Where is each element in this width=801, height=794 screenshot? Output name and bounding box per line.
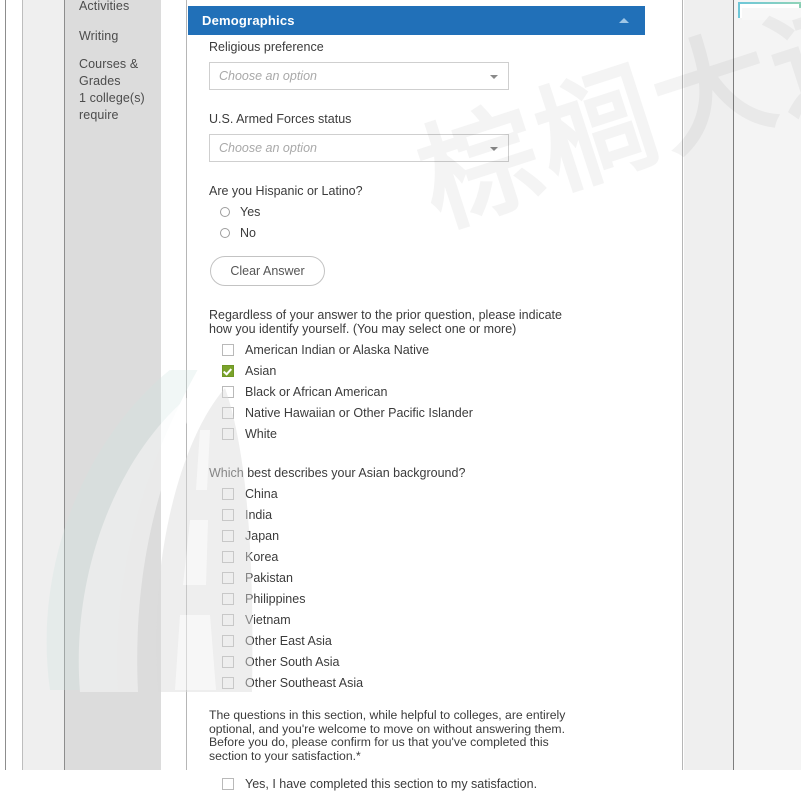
checkbox-row-black-african-american[interactable]: Black or African American (209, 381, 645, 402)
chevron-down-icon (490, 147, 498, 151)
sidebar-item-writing[interactable]: Writing (79, 28, 118, 45)
chevron-up-icon[interactable] (619, 18, 629, 23)
page-title: Demographics (202, 13, 295, 28)
checkbox-other-east-asia[interactable] (222, 634, 234, 647)
checkbox-row-pakistan[interactable]: Pakistan (209, 567, 645, 588)
religious-preference-label: Religious preference (209, 40, 324, 54)
checkbox-row-india[interactable]: India (209, 504, 645, 525)
required-marker: * (356, 748, 361, 763)
left-edge-fill (6, 0, 22, 770)
identity-question-line1: Regardless of your answer to the prior q… (209, 308, 562, 322)
radio-row-yes[interactable]: Yes (209, 201, 645, 222)
confirmation-note-line4: section to your satisfaction. (209, 748, 356, 763)
radio-row-no[interactable]: No (209, 222, 645, 243)
checkbox-india[interactable] (222, 508, 234, 521)
checkbox-white[interactable] (222, 427, 234, 440)
right-side-panel (734, 0, 801, 770)
radio-no[interactable] (220, 227, 230, 238)
checkbox-other-southeast-asia[interactable] (222, 676, 234, 689)
armed-forces-placeholder: Choose an option (219, 141, 317, 155)
identity-question-line2: how you identify yourself. (You may sele… (209, 322, 517, 336)
checkbox-label: Japan (245, 528, 280, 543)
checkbox-row-asian[interactable]: Asian (209, 360, 645, 381)
checkbox-row-other-south-asia[interactable]: Other South Asia (209, 651, 645, 672)
confirmation-note-line1: The questions in this section, while hel… (209, 708, 566, 722)
checkbox-japan[interactable] (222, 529, 234, 542)
sidebar-item-activities[interactable]: Activities (79, 0, 129, 15)
clear-answer-button[interactable]: Clear Answer (210, 256, 325, 286)
right-gutter (684, 0, 734, 770)
radio-label-yes: Yes (240, 204, 261, 219)
chevron-down-icon (490, 75, 498, 79)
hispanic-question: Are you Hispanic or Latino? (209, 184, 363, 198)
demographics-panel-body: Religious preference Choose an option U.… (188, 40, 645, 794)
checkbox-korea[interactable] (222, 550, 234, 563)
religious-preference-placeholder: Choose an option (219, 69, 317, 83)
religious-preference-select[interactable]: Choose an option (209, 62, 509, 90)
checkbox-label: Other Southeast Asia (245, 675, 364, 690)
checkbox-label: Other South Asia (245, 654, 340, 669)
edge-rule-2 (22, 0, 23, 770)
checkbox-label: American Indian or Alaska Native (245, 342, 430, 357)
checkbox-label: Yes, I have completed this section to my… (245, 776, 538, 791)
side-panel-card-body (742, 8, 801, 20)
armed-forces-label: U.S. Armed Forces status (209, 112, 352, 126)
sidebar-item-label: Activities (79, 0, 130, 13)
checkbox-label: Philippines (245, 591, 306, 606)
checkbox-row-white[interactable]: White (209, 423, 645, 444)
sidebar-item-label: Writing (79, 29, 119, 43)
radio-yes[interactable] (220, 206, 230, 217)
checkbox-pakistan[interactable] (222, 571, 234, 584)
clear-answer-label: Clear Answer (230, 264, 305, 278)
page-root: Activities Writing Courses & Grades 1 co… (0, 0, 801, 791)
armed-forces-select[interactable]: Choose an option (209, 134, 509, 162)
sidebar-item-courses-grades[interactable]: Courses & Grades 1 college(s) require (79, 56, 159, 124)
checkbox-label: China (245, 486, 278, 501)
checkbox-row-other-southeast-asia[interactable]: Other Southeast Asia (209, 672, 645, 693)
edge-rule-1 (5, 0, 6, 770)
checkbox-native-hawaiian[interactable] (222, 406, 234, 419)
confirmation-note-line2: optional, and you're welcome to move on … (209, 721, 565, 736)
sidebar: Activities Writing Courses & Grades 1 co… (65, 0, 161, 770)
checkbox-confirm-complete[interactable] (222, 777, 234, 790)
confirmation-note-line3: Before you do, please confirm for us tha… (209, 735, 549, 749)
checkbox-label: Native Hawaiian or Other Pacific Islande… (245, 405, 473, 420)
checkbox-other-south-asia[interactable] (222, 655, 234, 668)
checkbox-row-native-hawaiian[interactable]: Native Hawaiian or Other Pacific Islande… (209, 402, 645, 423)
demographics-panel-header[interactable]: Demographics (188, 6, 645, 35)
checkbox-china[interactable] (222, 487, 234, 500)
checkbox-asian[interactable] (222, 364, 234, 377)
checkbox-row-japan[interactable]: Japan (209, 525, 645, 546)
gutter-divider (186, 0, 187, 770)
identity-question: Regardless of your answer to the prior q… (209, 308, 569, 336)
asian-background-question: Which best describes your Asian backgrou… (209, 466, 466, 480)
checkbox-label: India (245, 507, 273, 522)
checkbox-american-indian[interactable] (222, 343, 234, 356)
checkbox-label: White (245, 426, 277, 441)
checkbox-label: Korea (245, 549, 279, 564)
radio-label-no: No (240, 225, 256, 240)
checkbox-row-confirm-complete[interactable]: Yes, I have completed this section to my… (209, 773, 645, 794)
form-column: Demographics Religious preference Choose… (188, 0, 683, 791)
checkbox-label: Pakistan (245, 570, 293, 585)
checkbox-label: Vietnam (245, 612, 291, 627)
checkbox-label: Black or African American (245, 384, 388, 399)
confirmation-note: The questions in this section, while hel… (209, 708, 579, 763)
left-edge-fill-secondary (23, 0, 64, 770)
form-column-divider (682, 0, 683, 770)
sidebar-item-label: Courses & Grades (79, 57, 139, 88)
checkbox-row-china[interactable]: China (209, 483, 645, 504)
checkbox-vietnam[interactable] (222, 613, 234, 626)
checkbox-row-vietnam[interactable]: Vietnam (209, 609, 645, 630)
checkbox-row-other-east-asia[interactable]: Other East Asia (209, 630, 645, 651)
checkbox-row-korea[interactable]: Korea (209, 546, 645, 567)
left-gutter (161, 0, 187, 770)
checkbox-label: Asian (245, 363, 277, 378)
checkbox-row-american-indian[interactable]: American Indian or Alaska Native (209, 339, 645, 360)
checkbox-label: Other East Asia (245, 633, 332, 648)
sidebar-item-sublabel: 1 college(s) require (79, 91, 145, 122)
checkbox-philippines[interactable] (222, 592, 234, 605)
checkbox-row-philippines[interactable]: Philippines (209, 588, 645, 609)
checkbox-black-african-american[interactable] (222, 385, 234, 398)
